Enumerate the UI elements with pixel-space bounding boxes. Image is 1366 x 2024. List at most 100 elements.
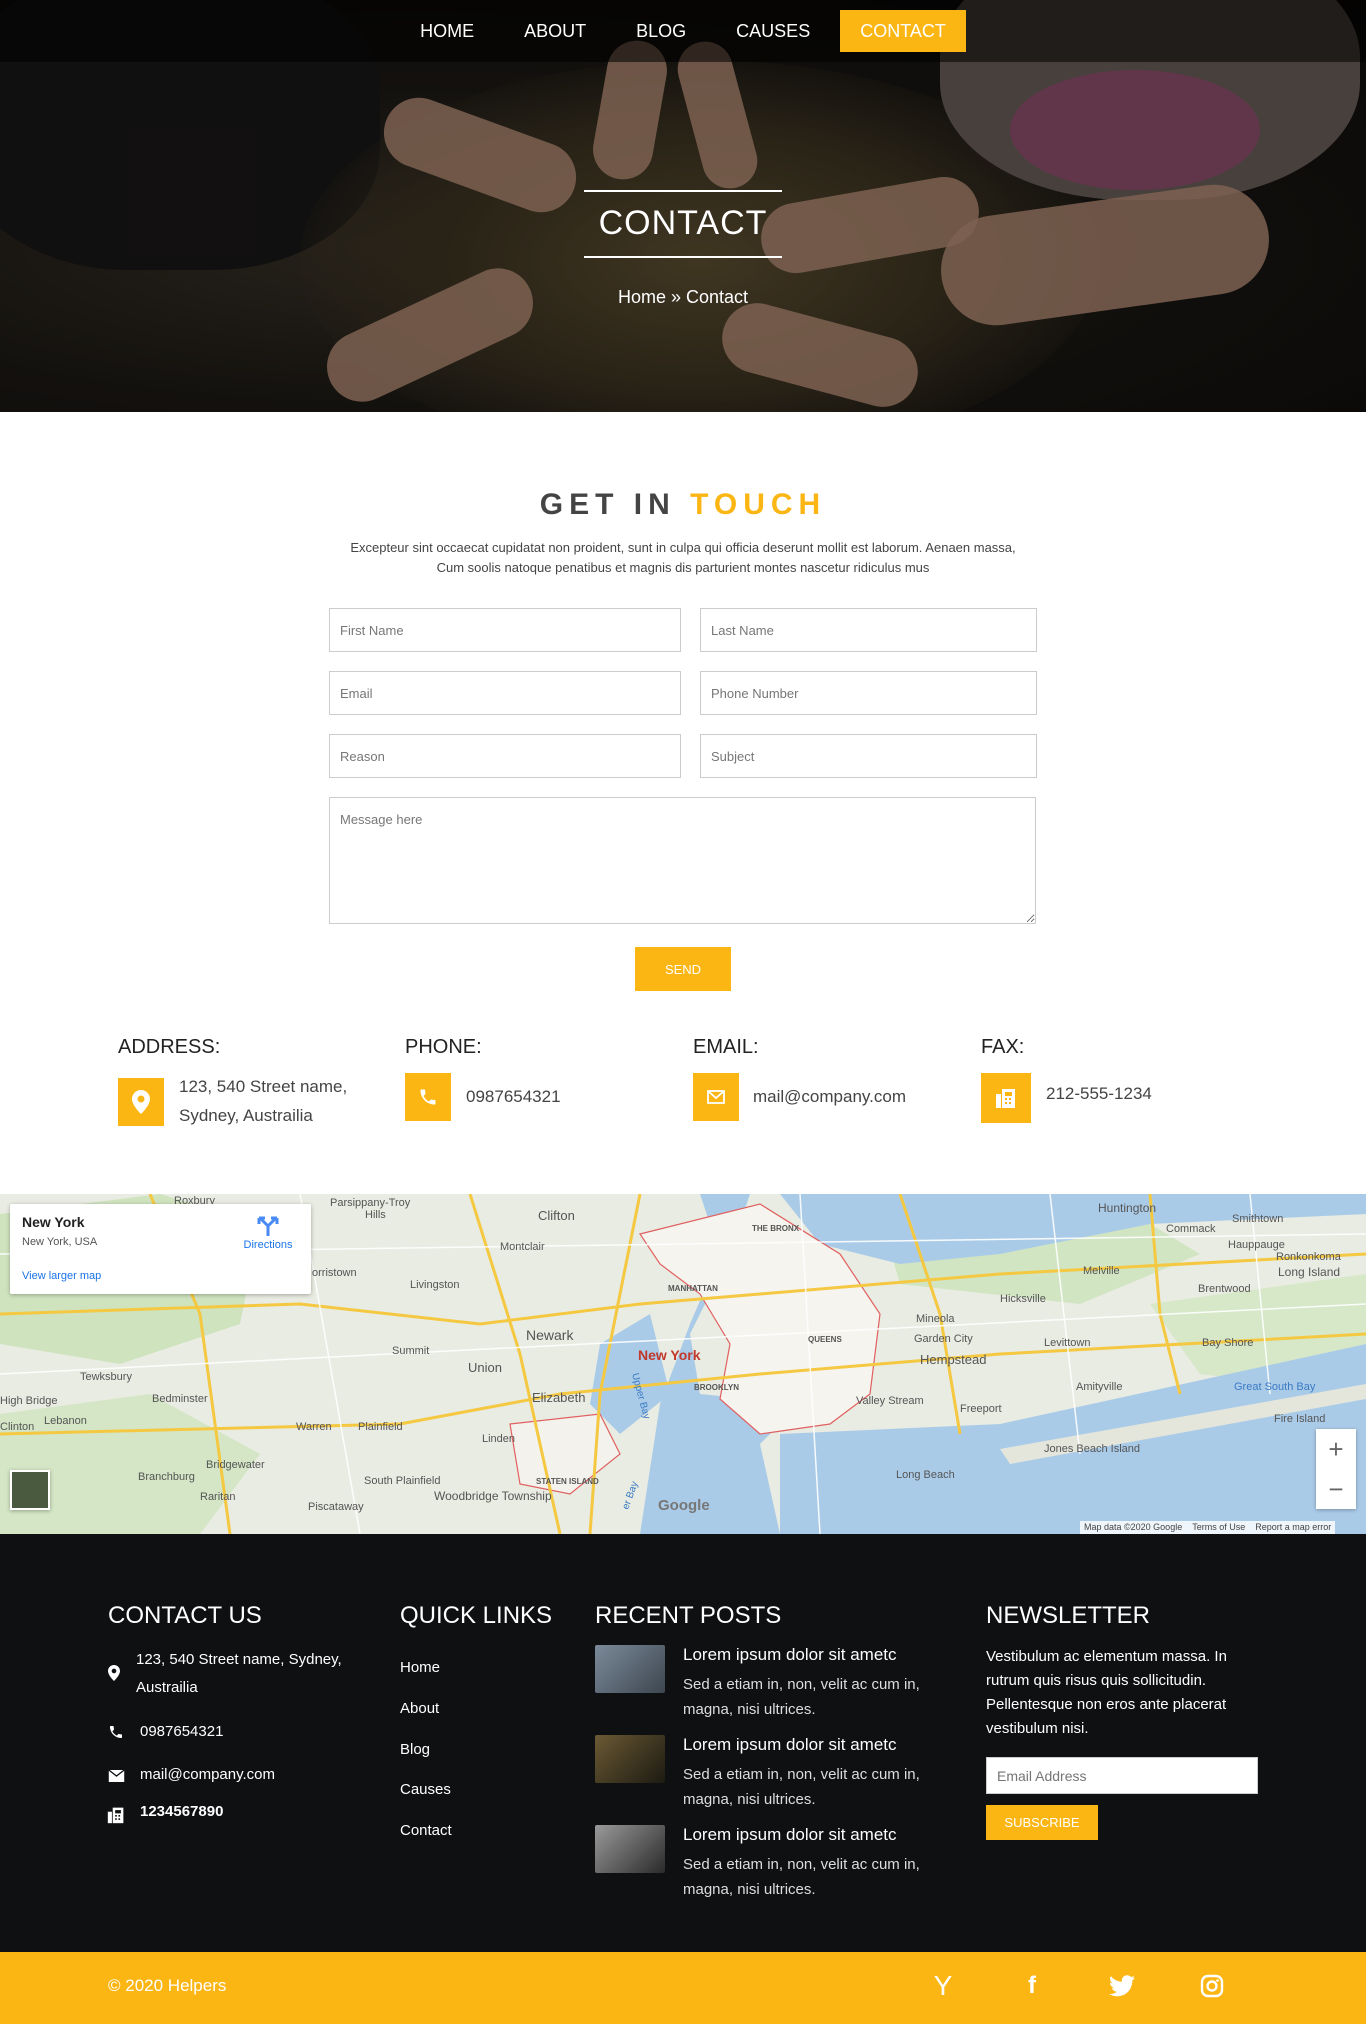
directions-button[interactable]: Directions (238, 1216, 298, 1251)
section-title-part: GET IN (539, 488, 691, 521)
map-place-label: Piscataway (308, 1501, 364, 1513)
subscribe-button[interactable]: SUBSCRIBE (986, 1805, 1098, 1840)
post-title[interactable]: Lorem ipsum dolor sit ametc (683, 1735, 897, 1755)
nav-item-contact[interactable]: CONTACT (840, 10, 966, 52)
phone-icon (405, 1073, 451, 1121)
map-place-label: Warren (296, 1421, 332, 1433)
footer-link-home[interactable]: Home (400, 1659, 440, 1676)
facebook-icon[interactable]: f (1014, 1968, 1050, 2004)
section-description: Excepteur sint occaecat cupidatat non pr… (333, 538, 1033, 578)
map-place-label: Mineola (916, 1313, 955, 1325)
map-place-label: Livingston (410, 1279, 460, 1291)
location-icon (108, 1665, 120, 1681)
map-place-label: Smithtown (1232, 1213, 1283, 1225)
footer-link-blog[interactable]: Blog (400, 1741, 430, 1758)
message-field[interactable] (329, 797, 1036, 924)
nav-item-blog[interactable]: BLOG (616, 10, 706, 52)
footer-contact-heading: CONTACT US (108, 1602, 262, 1629)
post-title[interactable]: Lorem ipsum dolor sit ametc (683, 1645, 897, 1665)
ycombinator-icon[interactable]: Y (925, 1968, 961, 2004)
last-name-field[interactable] (700, 608, 1037, 652)
map-place-label: Great South Bay (1234, 1381, 1316, 1393)
top-navigation: HOME ABOUT BLOG CAUSES CONTACT (0, 0, 1366, 62)
map-place-label: BROOKLYN (694, 1383, 739, 1392)
newsletter-line: rutrum quis risus quis sollicitudin. (986, 1672, 1207, 1689)
envelope-icon (108, 1770, 125, 1782)
map-place-label: Garden City (914, 1333, 973, 1345)
map-place-label: Fire Island (1274, 1413, 1325, 1425)
quick-links-heading: QUICK LINKS (400, 1602, 553, 1629)
nav-item-causes[interactable]: CAUSES (716, 10, 830, 52)
description-line: Excepteur sint occaecat cupidatat non pr… (350, 540, 1016, 555)
footer-link-contact[interactable]: Contact (400, 1822, 452, 1839)
newsletter-line: Vestibulum ac elementum massa. In (986, 1648, 1227, 1665)
map-place-label: Hills (365, 1209, 386, 1221)
satellite-toggle[interactable] (10, 1470, 50, 1510)
newsletter-heading: NEWSLETTER (986, 1602, 1151, 1629)
fax-label: FAX: (981, 1036, 1025, 1058)
instagram-icon[interactable] (1194, 1968, 1230, 2004)
post-excerpt: Sed a etiam in, non, velit ac cum in, ma… (683, 1672, 943, 1722)
map-place-label: Clinton (0, 1421, 34, 1433)
zoom-in-button[interactable]: + (1316, 1429, 1356, 1469)
fax-value: 212-555-1234 (1046, 1084, 1152, 1103)
map-data-text: Map data ©2020 Google (1084, 1522, 1183, 1532)
map-city-label: New York (638, 1347, 701, 1363)
description-line: Cum soolis natoque penatibus et magnis d… (436, 560, 930, 575)
map-place-label: Bay Shore (1202, 1337, 1253, 1349)
map-place-label: Bedminster (152, 1393, 208, 1405)
send-button[interactable]: SEND (635, 947, 731, 991)
newsletter-line: vestibulum nisi. (986, 1720, 1089, 1737)
footer-fax: 1234567890 (140, 1803, 224, 1820)
map-place-label: Jones Beach Island (1044, 1443, 1140, 1455)
directions-label: Directions (243, 1239, 293, 1251)
map-place-label: Tewksbury (80, 1371, 132, 1383)
post-excerpt-line: magna, nisi ultrices. (683, 1881, 816, 1898)
reason-field[interactable] (329, 734, 681, 778)
first-name-field[interactable] (329, 608, 681, 652)
map-place-label: Freeport (960, 1403, 1002, 1415)
zoom-out-button[interactable]: − (1316, 1469, 1356, 1509)
phone-value: 0987654321 (466, 1087, 561, 1106)
post-thumbnail[interactable] (595, 1645, 665, 1693)
post-title[interactable]: Lorem ipsum dolor sit ametc (683, 1825, 897, 1845)
directions-icon (257, 1216, 279, 1236)
map-card-subtitle: New York, USA (22, 1236, 98, 1248)
map-place-label: Montclair (500, 1241, 545, 1253)
twitter-icon[interactable] (1104, 1968, 1140, 2004)
nav-item-about[interactable]: ABOUT (504, 10, 606, 52)
subject-field[interactable] (700, 734, 1037, 778)
map-place-label: Newark (526, 1327, 574, 1343)
map-place-label: Hicksville (1000, 1293, 1046, 1305)
location-icon (118, 1078, 164, 1126)
map-place-label: Elizabeth (532, 1390, 585, 1405)
post-thumbnail[interactable] (595, 1735, 665, 1783)
section-title-accent: TOUCH (690, 488, 827, 521)
map-place-label: Summit (392, 1345, 429, 1357)
google-logo: Google (658, 1497, 710, 1514)
phone-field[interactable] (700, 671, 1037, 715)
post-thumbnail[interactable] (595, 1825, 665, 1873)
footer-address-line: 123, 540 Street name, Sydney, (136, 1651, 342, 1668)
map-place-label: THE BRONX (752, 1224, 800, 1233)
map-attribution: Map data ©2020 Google Terms of Use Repor… (1080, 1521, 1336, 1534)
breadcrumb: Home » Contact (617, 287, 749, 307)
map-place-label: Parsippany-Troy (330, 1197, 411, 1209)
newsletter-email-input[interactable] (986, 1757, 1258, 1794)
view-larger-map-link[interactable]: View larger map (22, 1270, 101, 1282)
map-place-label: Union (468, 1360, 502, 1375)
map-place-label: Amityville (1076, 1381, 1122, 1393)
report-error-link[interactable]: Report a map error (1255, 1522, 1331, 1533)
footer-address: 123, 540 Street name, Sydney, Austrailia (136, 1646, 342, 1702)
map-place-label: Brentwood (1198, 1283, 1251, 1295)
map-place-label: South Plainfield (364, 1475, 440, 1487)
address-line: Sydney, Austrailia (179, 1106, 313, 1125)
nav-item-home[interactable]: HOME (400, 10, 494, 52)
footer-email: mail@company.com (140, 1766, 275, 1783)
map-place-label: Long Beach (896, 1469, 955, 1481)
post-excerpt-line: Sed a etiam in, non, velit ac cum in, (683, 1766, 920, 1783)
terms-link[interactable]: Terms of Use (1192, 1522, 1245, 1533)
footer-link-about[interactable]: About (400, 1700, 439, 1717)
email-field[interactable] (329, 671, 681, 715)
footer-link-causes[interactable]: Causes (400, 1781, 451, 1798)
